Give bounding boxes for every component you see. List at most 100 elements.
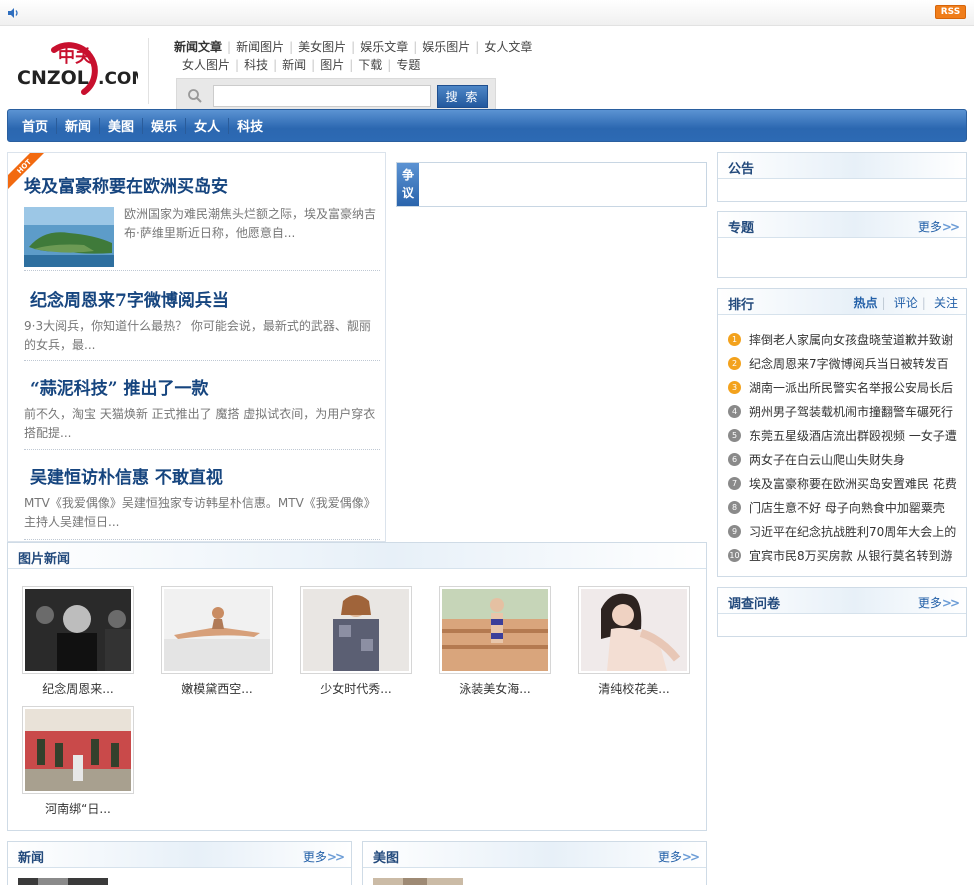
- site-logo[interactable]: 中关 CNZOL .COM: [14, 36, 138, 96]
- panel-header: 排行 热点 | 评论 | 关注: [718, 289, 966, 315]
- headline-title[interactable]: 埃及富豪称要在欧洲买岛安: [24, 172, 380, 197]
- speaker-icon[interactable]: [6, 6, 20, 20]
- headline-title[interactable]: “蒜泥科技” 推出了一款: [24, 374, 380, 399]
- link-news-articles[interactable]: 新闻文章: [174, 38, 222, 56]
- rank-title[interactable]: 宜宾市民8万买房款 从银行莫名转到游: [749, 547, 952, 564]
- more-link[interactable]: 更多>>: [918, 218, 960, 235]
- news-thumbnail[interactable]: [18, 878, 108, 885]
- notice-panel: 公告: [717, 152, 967, 202]
- photo-caption[interactable]: 河南绑“日...: [22, 800, 134, 817]
- rank-title[interactable]: 朔州男子驾装载机闹市撞翻警车碾死行: [749, 403, 953, 420]
- tab-comments[interactable]: 评论: [894, 296, 918, 310]
- link-ent-articles[interactable]: 娱乐文章: [360, 38, 408, 56]
- headline-title[interactable]: 纪念周恩来7字微博阅兵当: [24, 286, 380, 311]
- nav-beauty[interactable]: 美图: [100, 116, 142, 135]
- ranking-list: 1 摔倒老人家属向女孩盘晓莹道歉并致谢 2 纪念周恩来7字微博阅兵当日被转发百 3湖…: [728, 327, 960, 567]
- photo-caption[interactable]: 嫩模黛西空...: [161, 680, 273, 697]
- rank-title[interactable]: 门店生意不好 母子向熟食中加罂粟壳: [749, 499, 945, 516]
- photo-caption[interactable]: 纪念周恩来...: [22, 680, 134, 697]
- photo-card[interactable]: 清纯校花美...: [578, 586, 690, 697]
- photo-caption[interactable]: 清纯校花美...: [578, 680, 690, 697]
- rank-title[interactable]: 东莞五星级酒店流出群殴视频 一女子遭: [749, 427, 957, 444]
- topic-panel: 专题 更多>>: [717, 211, 967, 278]
- nav-entertainment[interactable]: 娱乐: [143, 116, 185, 135]
- photo-thumbnail[interactable]: [300, 586, 412, 674]
- headline-title[interactable]: 吴建恒访朴信惠 不敢直视: [24, 463, 380, 488]
- photo-card[interactable]: 嫩模黛西空...: [161, 586, 273, 697]
- link-news[interactable]: 新闻: [282, 56, 306, 74]
- list-item[interactable]: 4 朔州男子驾装载机闹市撞翻警车碾死行: [728, 399, 960, 423]
- list-item[interactable]: [18, 878, 122, 885]
- link-beauty-pictures[interactable]: 美女图片: [298, 38, 346, 56]
- link-pictures[interactable]: 图片: [320, 56, 344, 74]
- list-item[interactable]: 7 埃及富豪称要在欧洲买岛安置难民 花费: [728, 471, 960, 495]
- double-chevron-icon: >>: [941, 596, 960, 610]
- headline-summary: 9·3大阅兵，你知道什么最热？ 你可能会说，最新式的武器、靓丽的女兵，最...: [24, 319, 371, 352]
- headline-item: 纪念周恩来7字微博阅兵当 9·3大阅兵，你知道什么最热？ 你可能会说，最新式的武…: [24, 286, 380, 355]
- list-item[interactable]: 3 湖南一派出所民警实名举报公安局长后: [728, 375, 960, 399]
- svg-text:CNZOL: CNZOL: [17, 67, 89, 89]
- rank-number: 5: [728, 428, 741, 442]
- rank-title[interactable]: 两女子在白云山爬山失财失身: [749, 451, 905, 468]
- link-download[interactable]: 下载: [358, 56, 382, 74]
- photo-thumbnail[interactable]: [439, 586, 551, 674]
- headline-item: 埃及富豪称要在欧洲买岛安 欧洲国家为难民潮焦头烂额之际，埃及富豪纳吉布·萨维里斯…: [24, 172, 380, 267]
- photo-card[interactable]: 少女时代秀...: [300, 586, 412, 697]
- headline-item: “蒜泥科技” 推出了一款 前不久，淘宝 天猫焕新 正式推出了 魔搭 虚拟试衣间，…: [24, 374, 380, 443]
- photo-thumbnail[interactable]: [578, 586, 690, 674]
- link-ent-pictures[interactable]: 娱乐图片: [422, 38, 470, 56]
- divider: [24, 270, 380, 271]
- rss-button[interactable]: RSS: [935, 5, 966, 19]
- rank-title[interactable]: 摔倒老人家属向女孩盘晓莹道歉并致谢: [749, 331, 953, 348]
- list-item[interactable]: 10 宜宾市民8万买房款 从银行莫名转到游: [728, 543, 960, 567]
- more-link[interactable]: 更多>>: [303, 848, 345, 865]
- photo-card[interactable]: 纪念周恩来...: [22, 586, 134, 697]
- list-item[interactable]: 9 习近平在纪念抗战胜利70周年大会上的: [728, 519, 960, 543]
- photo-thumbnail[interactable]: [161, 586, 273, 674]
- photo-card[interactable]: 河南绑“日...: [22, 706, 134, 817]
- rank-number: 4: [728, 404, 741, 418]
- search-button[interactable]: 搜 索: [437, 85, 488, 108]
- photo-thumbnail[interactable]: [22, 586, 134, 674]
- photo-thumbnail[interactable]: [22, 706, 134, 794]
- photo-caption[interactable]: 少女时代秀...: [300, 680, 412, 697]
- panel-title: 专题: [728, 221, 755, 236]
- beauty-thumbnail[interactable]: [373, 878, 463, 885]
- panel-header: 新闻 更多>>: [8, 842, 351, 868]
- headline-thumbnail[interactable]: [24, 207, 114, 267]
- rank-title[interactable]: 埃及富豪称要在欧洲买岛安置难民 花费: [749, 475, 957, 492]
- tab-follow[interactable]: 关注: [934, 296, 958, 310]
- nav-tech[interactable]: 科技: [229, 116, 271, 135]
- news-panel: 新闻 更多>>: [7, 841, 352, 885]
- ranking-tabs: 热点 | 评论 | 关注: [853, 296, 958, 310]
- rank-title[interactable]: 湖南一派出所民警实名举报公安局长后: [749, 379, 953, 396]
- rank-title[interactable]: 纪念周恩来7字微博阅兵当日被转发百: [749, 355, 949, 372]
- photo-caption[interactable]: 泳装美女海...: [439, 680, 551, 697]
- list-item[interactable]: 8 门店生意不好 母子向熟食中加罂粟壳: [728, 495, 960, 519]
- link-women-pictures[interactable]: 女人图片: [182, 56, 230, 74]
- link-women-articles[interactable]: 女人文章: [484, 38, 532, 56]
- photo-card[interactable]: 泳装美女海...: [439, 586, 551, 697]
- dispute-tab[interactable]: 争议: [397, 163, 419, 206]
- divider: [24, 539, 380, 540]
- list-item[interactable]: 2 纪念周恩来7字微博阅兵当日被转发百: [728, 351, 960, 375]
- panel-header: 专题 更多>>: [718, 212, 966, 238]
- nav-home[interactable]: 首页: [14, 116, 56, 135]
- list-item[interactable]: [373, 878, 477, 885]
- nav-news[interactable]: 新闻: [57, 116, 99, 135]
- link-tech[interactable]: 科技: [244, 56, 268, 74]
- search-input[interactable]: [213, 85, 431, 107]
- list-item[interactable]: 1 摔倒老人家属向女孩盘晓莹道歉并致谢: [728, 327, 960, 351]
- nav-women[interactable]: 女人: [186, 116, 228, 135]
- more-link[interactable]: 更多>>: [658, 848, 700, 865]
- link-topics[interactable]: 专题: [396, 56, 420, 74]
- panel-header: 图片新闻: [8, 543, 706, 569]
- more-link[interactable]: 更多>>: [918, 594, 960, 611]
- list-item[interactable]: 6 两女子在白云山爬山失财失身: [728, 447, 960, 471]
- dispute-box: 争议: [396, 162, 707, 207]
- link-news-pictures[interactable]: 新闻图片: [236, 38, 284, 56]
- tab-hot[interactable]: 热点: [853, 296, 877, 310]
- panel-title: 调查问卷: [728, 597, 781, 612]
- list-item[interactable]: 5 东莞五星级酒店流出群殴视频 一女子遭: [728, 423, 960, 447]
- rank-title[interactable]: 习近平在纪念抗战胜利70周年大会上的: [749, 523, 956, 540]
